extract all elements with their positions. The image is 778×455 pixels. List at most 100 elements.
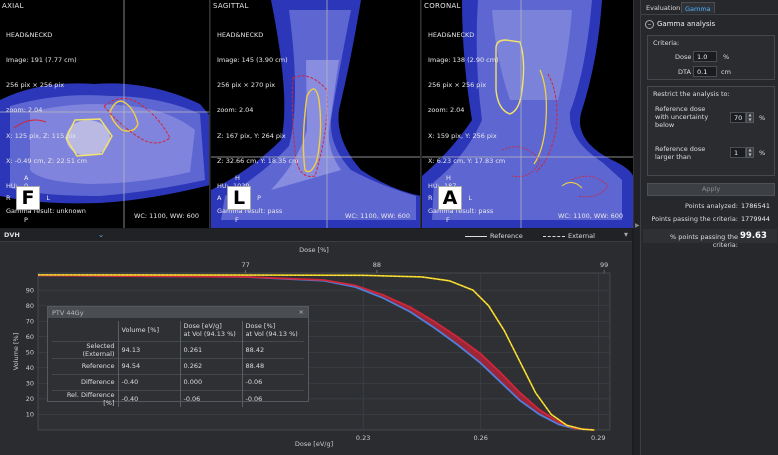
larger-than-stepper[interactable]: ▲ ▼ xyxy=(746,147,754,158)
dose-field[interactable]: 1.0 xyxy=(693,51,717,62)
x2-tick-label: 99 xyxy=(600,261,608,269)
y-tick-label: 70 xyxy=(26,317,34,325)
dta-field[interactable]: 0.1 xyxy=(693,66,717,77)
cell: -0.06 xyxy=(241,389,304,407)
sagittal-info-line: HEAD&NECKD xyxy=(217,30,264,39)
dropdown-arrow-icon[interactable]: ▾ xyxy=(624,230,628,239)
stats-corner xyxy=(52,321,118,341)
stats-caption-label: PTV 44Gy xyxy=(52,309,84,317)
tab-gamma[interactable]: Gamma xyxy=(681,2,715,13)
y-tick-label: 10 xyxy=(26,411,34,419)
axial-viewer[interactable]: AXIAL HEAD&NECKD Image: 191 (7.77 cm) 25… xyxy=(0,0,210,228)
orient-face: A xyxy=(438,186,462,210)
coronal-window-level: WC: 1100, WW: 600 xyxy=(557,212,623,220)
ref-uncertainty-label: with uncertainty xyxy=(655,113,709,121)
orient-bottom: F xyxy=(446,216,450,224)
solid-line-icon xyxy=(465,235,487,237)
cell: 0.262 xyxy=(179,357,242,374)
dvh-selector-label: DVH xyxy=(4,231,20,239)
orient-face: F xyxy=(16,186,40,210)
stats-popup[interactable]: PTV 44Gy × Volume [%] Dose [eV/g] at Vol … xyxy=(47,306,309,407)
table-row: Difference -0.40 0.000 -0.06 xyxy=(52,373,304,390)
coronal-title: CORONAL xyxy=(424,2,461,10)
cell: 88.42 xyxy=(241,340,304,358)
y-tick-label: 40 xyxy=(26,364,34,372)
orient-top: A xyxy=(24,174,29,182)
sagittal-title: SAGITTAL xyxy=(213,2,249,10)
orient-left: R xyxy=(428,194,433,202)
gamma-title: Gamma analysis xyxy=(657,20,716,28)
sagittal-info-line: Z: 167 pix, Y: 264 pix xyxy=(217,131,286,140)
cell: 94.13 xyxy=(117,340,180,358)
dta-unit: cm xyxy=(721,68,731,76)
uncertainty-stepper[interactable]: ▲ ▼ xyxy=(746,112,754,123)
collapse-icon[interactable]: – xyxy=(645,20,654,29)
criteria-title: Criteria: xyxy=(653,39,680,47)
coronal-viewer[interactable]: CORONAL HEAD&NECKD Image: 138 (2.90 cm) … xyxy=(422,0,634,228)
orient-bottom: F xyxy=(235,216,239,224)
ref-larger-field[interactable]: 1 xyxy=(730,147,746,158)
coronal-info-line: Image: 138 (2.90 cm) xyxy=(428,56,499,65)
ref-larger-unit: % xyxy=(759,149,766,157)
dose-unit: % xyxy=(723,53,730,61)
coronal-orientation-cube: H R A L F xyxy=(426,174,474,224)
criteria-group: Criteria: Dose 1.0 % DTA 0.1 cm xyxy=(647,35,775,80)
dose-label: Dose xyxy=(675,53,692,61)
coronal-info-line: X: 159 pix, Y: 256 pix xyxy=(428,131,497,140)
orient-right: P xyxy=(257,194,261,202)
y-tick-label: 20 xyxy=(26,395,34,403)
points-passing-label: Points passing the criteria: xyxy=(651,215,738,223)
x-tick-label: 0.29 xyxy=(591,434,605,442)
sagittal-viewer[interactable]: SAGITTAL HEAD&NECKD Image: 145 (3.90 cm)… xyxy=(211,0,421,228)
gamma-section-header[interactable]: – Gamma analysis xyxy=(645,20,715,29)
x-axis-label: Dose [eV/g] xyxy=(295,440,333,448)
cell: 94.54 xyxy=(117,357,180,374)
row-label: Reference xyxy=(52,357,118,374)
y-axis-label: Volume [%] xyxy=(12,333,20,371)
ref-uncertainty-field[interactable]: 70 xyxy=(730,112,746,123)
coronal-info-line: X: 6.23 cm, Y: 17.83 cm xyxy=(428,156,506,165)
pct-passing-value: 99.63 xyxy=(740,231,767,241)
orient-top: H xyxy=(235,174,240,182)
axial-info-line: 256 pix × 256 pix xyxy=(6,81,65,90)
points-analyzed-label: Points analyzed: xyxy=(684,202,738,210)
legend-reference-label: Reference xyxy=(490,232,523,240)
cell: -0.40 xyxy=(117,373,180,390)
orient-left: A xyxy=(217,194,222,202)
axial-info-line: X: 125 pix, Z: 115 pix xyxy=(6,131,77,140)
y-tick-label: 50 xyxy=(26,348,34,356)
axial-info-line: zoom: 2.04 xyxy=(6,106,43,115)
x2-tick-label: 88 xyxy=(373,261,381,269)
sagittal-info-line: zoom: 2.04 xyxy=(217,106,254,115)
chevron-down-icon: ⌄ xyxy=(98,231,104,239)
y-tick-label: 60 xyxy=(26,333,34,341)
pct-passing-label: % points passing the criteria: xyxy=(670,233,738,249)
axial-title: AXIAL xyxy=(2,2,24,10)
sagittal-info-line: Z: 32.66 cm, Y: 18.35 cm xyxy=(217,156,299,165)
orient-top: H xyxy=(446,174,451,182)
axial-window-level: WC: 1100, WW: 600 xyxy=(133,212,199,220)
cell: -0.06 xyxy=(179,389,242,407)
dvh-view-selector[interactable]: DVH ⌄ xyxy=(4,231,106,241)
points-analyzed-value: 1786541 xyxy=(741,202,770,210)
y-tick-label: 80 xyxy=(26,302,34,310)
orient-right: L xyxy=(468,194,472,202)
row-label: Selected (External) xyxy=(52,340,118,358)
stats-header-row: Volume [%] Dose [eV/g] at Vol (94.13 %) D… xyxy=(52,321,304,341)
tab-evaluation[interactable]: Evaluation xyxy=(643,2,683,13)
restrict-title: Restrict the analysis to: xyxy=(653,90,730,98)
axial-info-line: HEAD&NECKD xyxy=(6,30,53,39)
legend-external-label: External xyxy=(568,232,595,240)
axial-orientation-cube: A R F L P xyxy=(4,174,52,224)
dvh-header: DVH ⌄ Reference External ▾ xyxy=(0,229,632,242)
pct-passing-row: % points passing the criteria: 99.63 xyxy=(643,229,777,249)
restrict-group: Restrict the analysis to: Reference dose… xyxy=(647,86,775,176)
apply-button[interactable]: Apply xyxy=(647,183,775,196)
coronal-info-line: 256 pix × 256 pix xyxy=(428,81,487,90)
sagittal-orientation-cube: H A L P F xyxy=(215,174,263,224)
collapse-arrow-icon[interactable]: ▶ xyxy=(635,222,640,229)
ref-uncertainty-label: Reference dose xyxy=(655,105,706,113)
cell: 0.261 xyxy=(179,340,242,358)
orient-right: L xyxy=(46,194,50,202)
close-icon[interactable]: × xyxy=(299,308,304,316)
